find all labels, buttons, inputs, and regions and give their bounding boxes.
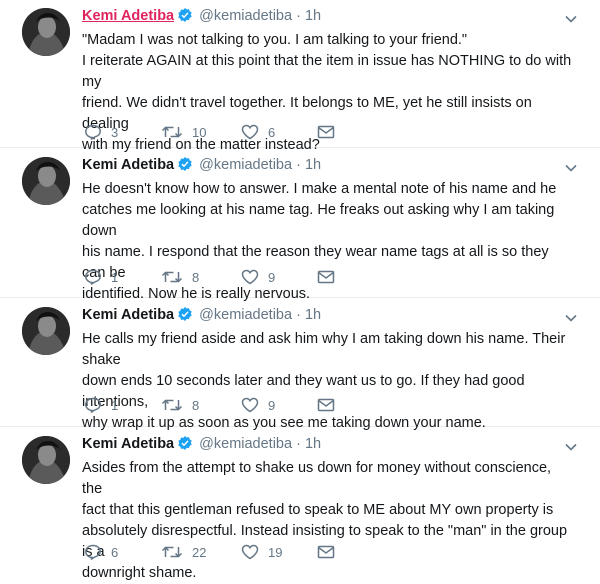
reply-button[interactable]: 1 bbox=[84, 269, 161, 285]
author-handle[interactable]: @kemiadetiba bbox=[199, 436, 292, 452]
tweet[interactable]: Kemi Adetiba @kemiadetiba · 1h He doesn'… bbox=[0, 149, 600, 302]
direct-message-button[interactable] bbox=[317, 397, 335, 413]
separator-dot: · bbox=[292, 157, 305, 173]
like-icon bbox=[241, 124, 259, 140]
reply-count: 1 bbox=[111, 397, 119, 413]
tweet-text-line: I reiterate AGAIN at this point that the… bbox=[82, 53, 572, 90]
tweet-header: Kemi Adetiba @kemiadetiba · 1h bbox=[82, 434, 574, 457]
tweet-text-line: catches me looking at his name tag. He f… bbox=[82, 202, 555, 239]
like-button[interactable]: 6 bbox=[241, 124, 317, 140]
avatar[interactable] bbox=[22, 8, 70, 56]
like-icon bbox=[241, 397, 259, 413]
author-name[interactable]: Kemi Adetiba bbox=[82, 157, 174, 173]
tweet-actions: 1 8 9 bbox=[84, 397, 335, 413]
reply-button[interactable]: 3 bbox=[84, 124, 161, 140]
chevron-down-icon[interactable] bbox=[564, 12, 578, 31]
timestamp[interactable]: 1h bbox=[305, 157, 321, 173]
reply-button[interactable]: 6 bbox=[84, 544, 161, 560]
verified-badge-icon bbox=[177, 156, 193, 178]
chevron-down-icon[interactable] bbox=[564, 161, 578, 180]
tweet[interactable]: Kemi Adetiba @kemiadetiba · 1h "Madam I … bbox=[0, 0, 600, 153]
retweet-button[interactable]: 8 bbox=[161, 397, 241, 413]
author-handle[interactable]: @kemiadetiba bbox=[199, 157, 292, 173]
retweet-button[interactable]: 8 bbox=[161, 269, 241, 285]
tweet-actions: 1 8 9 bbox=[84, 269, 335, 285]
like-icon bbox=[241, 269, 259, 285]
timestamp[interactable]: 1h bbox=[305, 8, 321, 24]
direct-message-button[interactable] bbox=[317, 269, 335, 285]
chevron-down-icon[interactable] bbox=[564, 440, 578, 459]
tweet-header: Kemi Adetiba @kemiadetiba · 1h bbox=[82, 155, 574, 178]
reply-icon bbox=[84, 544, 102, 560]
reply-icon bbox=[84, 124, 102, 140]
author-name[interactable]: Kemi Adetiba bbox=[82, 8, 174, 24]
like-icon bbox=[241, 544, 259, 560]
verified-badge-icon bbox=[177, 435, 193, 457]
direct-message-icon bbox=[317, 397, 335, 413]
timestamp[interactable]: 1h bbox=[305, 307, 321, 323]
direct-message-icon bbox=[317, 124, 335, 140]
like-button[interactable]: 9 bbox=[241, 397, 317, 413]
retweet-button[interactable]: 10 bbox=[161, 124, 241, 140]
timestamp[interactable]: 1h bbox=[305, 436, 321, 452]
like-count: 6 bbox=[268, 124, 276, 140]
tweet-text-line: "Madam I was not talking to you. I am ta… bbox=[82, 32, 468, 48]
direct-message-icon bbox=[317, 269, 335, 285]
tweet-text-line: He doesn't know how to answer. I make a … bbox=[82, 181, 557, 197]
retweet-count: 8 bbox=[192, 397, 200, 413]
direct-message-button[interactable] bbox=[317, 124, 335, 140]
author-name[interactable]: Kemi Adetiba bbox=[82, 307, 174, 323]
retweet-count: 8 bbox=[192, 269, 200, 285]
tweet-actions: 3 10 6 bbox=[84, 124, 335, 140]
reply-icon bbox=[84, 269, 102, 285]
retweet-count: 22 bbox=[192, 544, 207, 560]
tweet[interactable]: Kemi Adetiba @kemiadetiba · 1h Asides fr… bbox=[0, 428, 600, 581]
reply-button[interactable]: 1 bbox=[84, 397, 161, 413]
tweet-text-line: downright shame. bbox=[82, 565, 197, 581]
tweet-thread: Kemi Adetiba @kemiadetiba · 1h "Madam I … bbox=[0, 0, 600, 581]
avatar[interactable] bbox=[22, 157, 70, 205]
tweet[interactable]: Kemi Adetiba @kemiadetiba · 1h He calls … bbox=[0, 299, 600, 431]
retweet-icon bbox=[161, 124, 183, 140]
tweet-text-line: He calls my friend aside and ask him why… bbox=[82, 331, 566, 368]
tweet-text-line: fact that this gentleman refused to spea… bbox=[82, 502, 554, 518]
tweet-header: Kemi Adetiba @kemiadetiba · 1h bbox=[82, 6, 574, 29]
retweet-icon bbox=[161, 544, 183, 560]
direct-message-icon bbox=[317, 544, 335, 560]
like-button[interactable]: 19 bbox=[241, 544, 317, 560]
like-count: 9 bbox=[268, 269, 276, 285]
like-button[interactable]: 9 bbox=[241, 269, 317, 285]
direct-message-button[interactable] bbox=[317, 544, 335, 560]
retweet-button[interactable]: 22 bbox=[161, 544, 241, 560]
retweet-icon bbox=[161, 397, 183, 413]
tweet-actions: 6 22 19 bbox=[84, 544, 335, 560]
tweet-text: He calls my friend aside and ask him why… bbox=[82, 329, 574, 434]
tweet-text-line: Asides from the attempt to shake us down… bbox=[82, 460, 552, 497]
retweet-count: 10 bbox=[192, 124, 207, 140]
like-count: 9 bbox=[268, 397, 276, 413]
separator-dot: · bbox=[292, 436, 305, 452]
retweet-icon bbox=[161, 269, 183, 285]
separator-dot: · bbox=[292, 307, 305, 323]
chevron-down-icon[interactable] bbox=[564, 311, 578, 330]
like-count: 19 bbox=[268, 544, 283, 560]
author-handle[interactable]: @kemiadetiba bbox=[199, 8, 292, 24]
author-handle[interactable]: @kemiadetiba bbox=[199, 307, 292, 323]
avatar[interactable] bbox=[22, 436, 70, 484]
tweet-text: Asides from the attempt to shake us down… bbox=[82, 458, 574, 584]
verified-badge-icon bbox=[177, 306, 193, 328]
reply-count: 3 bbox=[111, 124, 119, 140]
avatar[interactable] bbox=[22, 307, 70, 355]
reply-count: 1 bbox=[111, 269, 119, 285]
reply-count: 6 bbox=[111, 544, 119, 560]
separator-dot: · bbox=[292, 8, 305, 24]
tweet-text: He doesn't know how to answer. I make a … bbox=[82, 179, 574, 305]
verified-badge-icon bbox=[177, 7, 193, 29]
tweet-header: Kemi Adetiba @kemiadetiba · 1h bbox=[82, 305, 574, 328]
author-name[interactable]: Kemi Adetiba bbox=[82, 436, 174, 452]
reply-icon bbox=[84, 397, 102, 413]
